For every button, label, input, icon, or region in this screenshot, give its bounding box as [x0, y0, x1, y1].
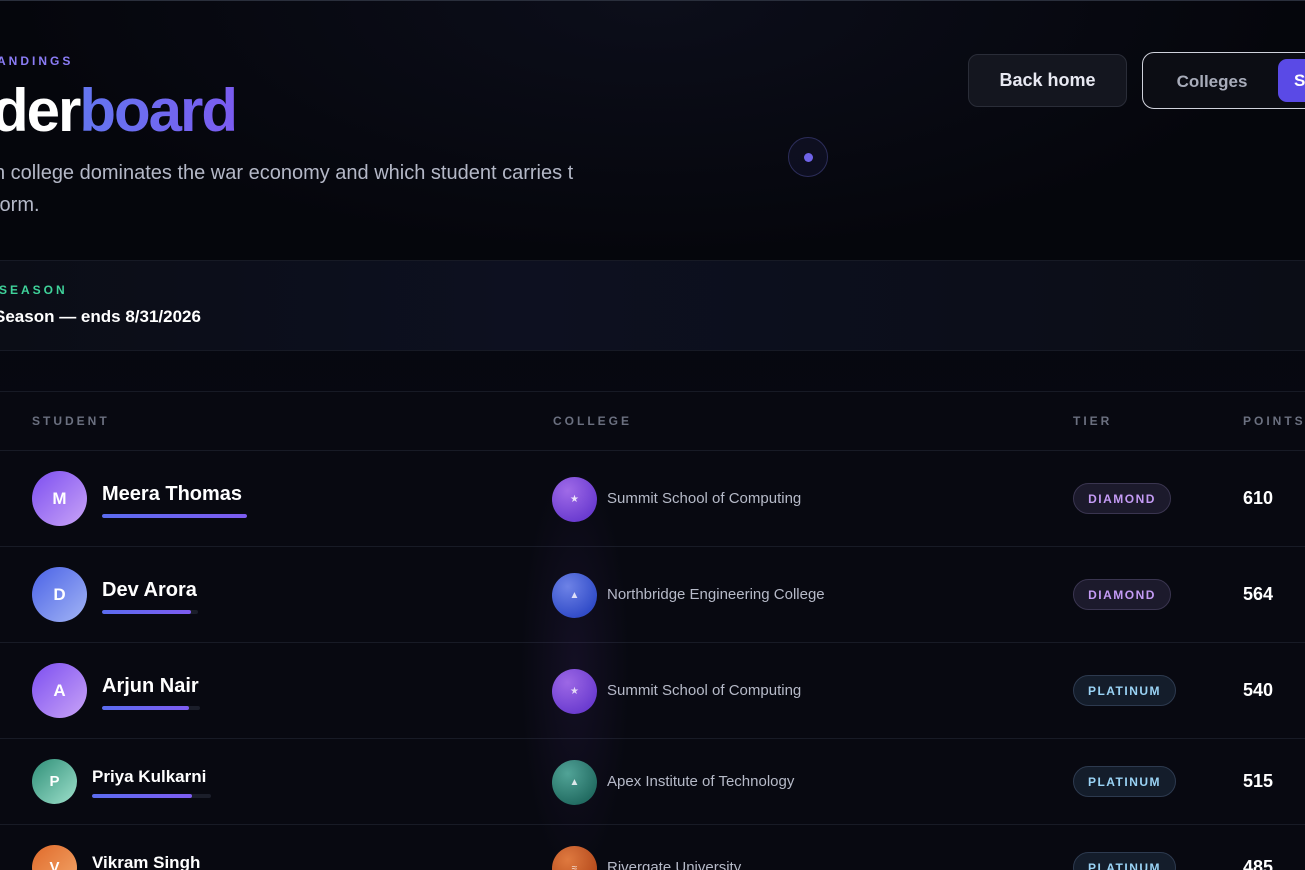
table-header: STUDENT COLLEGE TIER POINTS — [0, 392, 1305, 451]
table-row[interactable]: P Priya Kulkarni ▲ Apex Institute of Techno… — [0, 739, 1305, 825]
hero-eyebrow: ANDINGS — [0, 54, 74, 68]
student-name[interactable]: Meera Thomas — [102, 483, 242, 506]
progress-bar — [102, 610, 198, 614]
season-banner: SEASON Season — ends 8/31/2026 — [0, 260, 1305, 351]
points-value: 610 — [1243, 488, 1274, 508]
title-part-gradient: board — [79, 77, 238, 144]
progress-bar — [102, 514, 247, 518]
student-name[interactable]: Vikram Singh — [92, 853, 200, 870]
points-value: 515 — [1243, 771, 1274, 791]
college-name: Rivergate University — [607, 859, 742, 870]
points-value: 540 — [1243, 680, 1274, 700]
avatar: D — [32, 567, 87, 622]
student-name[interactable]: Arjun Nair — [102, 675, 199, 698]
title-part-white: der — [0, 77, 81, 144]
college-name: Northbridge Engineering College — [607, 586, 825, 603]
avatar: P — [32, 759, 77, 804]
progress-fill — [102, 610, 192, 614]
tab-students[interactable]: S — [1278, 59, 1305, 102]
view-toggle: Colleges S — [1142, 52, 1305, 109]
wave-icon: ≈ — [552, 845, 597, 870]
progress-fill — [102, 706, 190, 710]
building-icon: ▲ — [552, 572, 597, 618]
orb-dot — [804, 153, 813, 162]
season-label: SEASON — [0, 283, 68, 297]
header-college: COLLEGE — [553, 414, 633, 428]
table-row[interactable]: M Meera Thomas ★ Summit School of Computing… — [0, 451, 1305, 547]
page-title: derboard — [0, 77, 238, 145]
tab-colleges[interactable]: Colleges — [1157, 61, 1267, 102]
tier-badge: DIAMOND — [1073, 483, 1171, 514]
hero-subtitle: n college dominates the war economy and … — [0, 162, 574, 216]
avatar: V — [32, 845, 77, 870]
college-name: Summit School of Computing — [607, 490, 802, 507]
progress-fill — [102, 514, 247, 518]
tier-badge: PLATINUM — [1073, 766, 1176, 797]
table-row[interactable]: A Arjun Nair ★ Summit School of Computing PL… — [0, 643, 1305, 739]
avatar: A — [32, 663, 87, 718]
leaderboard-table: STUDENT COLLEGE TIER POINTS M Meera Thoma… — [0, 391, 1305, 870]
header-points: POINTS — [1243, 414, 1305, 428]
avatar: M — [32, 471, 87, 526]
header-student: STUDENT — [32, 414, 110, 428]
progress-bar — [92, 794, 211, 798]
college-name: Summit School of Computing — [607, 682, 802, 699]
tier-badge: DIAMOND — [1073, 579, 1171, 610]
tier-badge: PLATINUM — [1073, 675, 1176, 706]
header-tier: TIER — [1073, 414, 1113, 428]
mountain-icon: ▲ — [552, 759, 597, 805]
leaderboard-page: ANDINGS derboard n college dominates the… — [0, 0, 1305, 870]
progress-fill — [92, 794, 192, 798]
table-row[interactable]: D Dev Arora ▲ Northbridge Engineering Colle… — [0, 547, 1305, 643]
student-name[interactable]: Priya Kulkarni — [92, 767, 206, 787]
table-row[interactable]: V Vikram Singh ≈ Rivergate University PLATIN… — [0, 825, 1305, 870]
back-home-button[interactable]: Back home — [968, 54, 1127, 107]
tier-badge: PLATINUM — [1073, 852, 1176, 870]
points-value: 564 — [1243, 584, 1274, 604]
decorative-orb-icon — [788, 137, 828, 177]
hero-section: ANDINGS derboard n college dominates the… — [0, 1, 1305, 260]
student-name[interactable]: Dev Arora — [102, 579, 197, 602]
star-icon: ★ — [552, 476, 597, 522]
points-value: 485 — [1243, 857, 1274, 870]
season-text: Season — ends 8/31/2026 — [0, 307, 201, 326]
star-icon: ★ — [552, 668, 597, 714]
college-name: Apex Institute of Technology — [607, 773, 795, 790]
progress-bar — [102, 706, 200, 710]
